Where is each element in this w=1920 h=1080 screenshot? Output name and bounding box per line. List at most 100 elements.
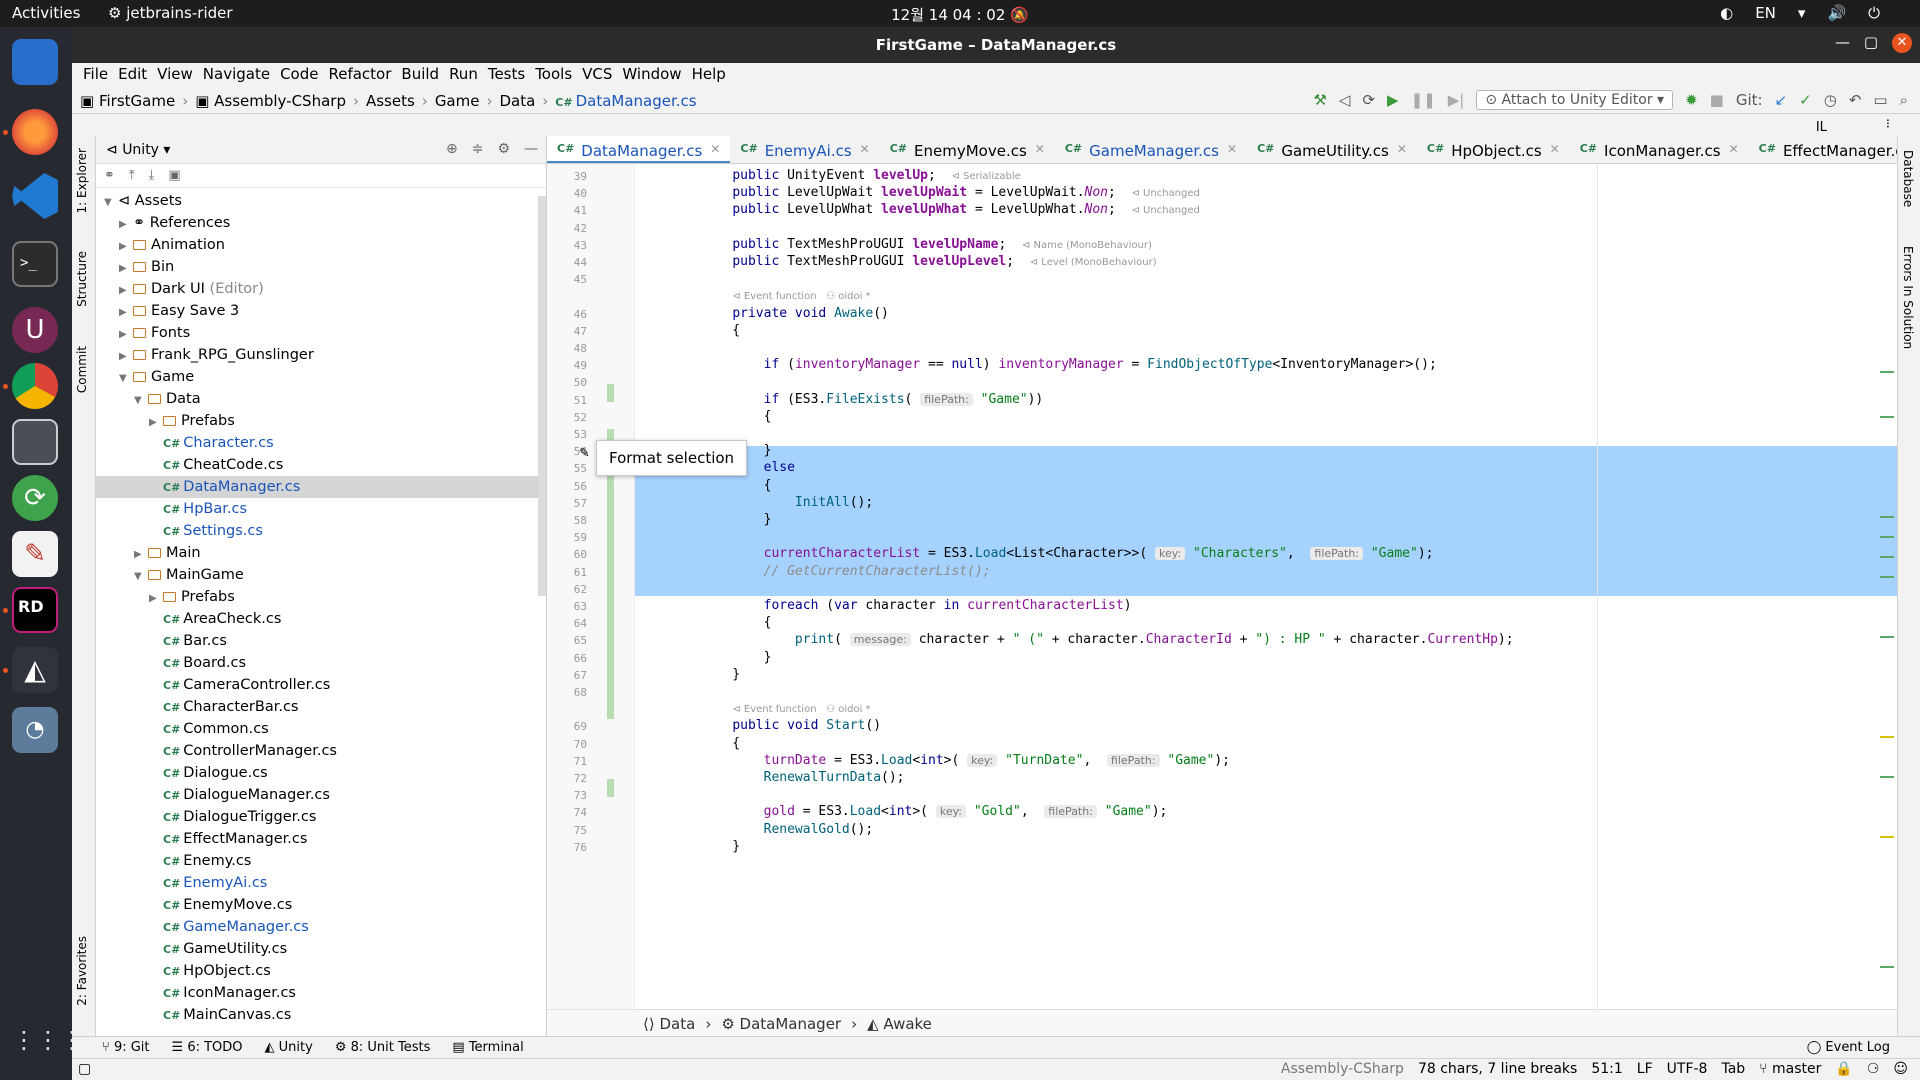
il-viewer-button[interactable]: ⁝ IL Viewer — [1816, 117, 1890, 150]
lock-icon[interactable]: 🔒 — [1835, 1061, 1852, 1077]
tool-unity[interactable]: ◭ Unity — [265, 1040, 313, 1058]
git-commit-icon[interactable]: ✓ — [1799, 91, 1812, 109]
hide-panel-icon[interactable]: — — [524, 141, 538, 157]
tree-item[interactable]: C# AreaCheck.cs — [96, 608, 546, 630]
ubuntu-software-icon[interactable]: U — [12, 307, 58, 353]
tree-item[interactable]: C# Common.cs — [96, 718, 546, 740]
editor-tab[interactable]: C# IconManager.cs ✕ — [1570, 136, 1749, 163]
crumb-method[interactable]: ◭ Awake — [867, 1015, 932, 1033]
tree-item[interactable]: C# HpObject.cs — [96, 960, 546, 982]
collapsed-arrow-icon[interactable]: ▶ — [119, 258, 133, 280]
tree-item[interactable]: C# Character.cs — [96, 432, 546, 454]
collapsed-arrow-icon[interactable]: ▶ — [119, 302, 133, 324]
tree-item[interactable]: C# GameUtility.cs — [96, 938, 546, 960]
preview-icon[interactable]: ▣ — [168, 168, 180, 183]
menu-navigate[interactable]: Navigate — [198, 63, 275, 87]
unity-icon[interactable]: ◭ — [12, 647, 58, 693]
menu-build[interactable]: Build — [396, 63, 444, 87]
expanded-arrow-icon[interactable]: ▼ — [104, 192, 118, 214]
close-tab-icon[interactable]: ✕ — [1729, 142, 1739, 156]
editor-tab[interactable]: C# EnemyAi.cs ✕ — [730, 136, 879, 163]
tree-item[interactable]: ▶ Prefabs — [96, 410, 546, 432]
tab-errors-in-solution[interactable]: Errors In Solution — [1901, 246, 1915, 349]
breadcrumb-item[interactable]: Game — [435, 92, 480, 110]
menu-edit[interactable]: Edit — [113, 63, 152, 87]
tree-item[interactable]: C# EffectManager.cs — [96, 828, 546, 850]
crumb-class[interactable]: ⚙ DataManager — [721, 1015, 841, 1033]
close-button[interactable]: ✕ — [1892, 33, 1912, 53]
expand-all-icon[interactable]: ⤒ — [129, 168, 135, 183]
back-icon[interactable]: ◁ — [1339, 91, 1351, 109]
tree-item[interactable]: ▶ Prefabs — [96, 586, 546, 608]
tree-item[interactable]: ▶ Fonts — [96, 322, 546, 344]
code-editor[interactable]: public UnityEvent levelUp; ⊲ Serializabl… — [635, 164, 1897, 1009]
tree-item[interactable]: C# GameManager.cs — [96, 916, 546, 938]
editor-tab[interactable]: C# HpObject.cs ✕ — [1417, 136, 1570, 163]
collapsed-arrow-icon[interactable]: ▶ — [134, 544, 148, 566]
breadcrumb-item[interactable]: C# DataManager.cs — [555, 92, 696, 110]
tool-git[interactable]: ⑂ 9: Git — [102, 1040, 150, 1058]
collapsed-arrow-icon[interactable]: ▶ — [119, 280, 133, 302]
rider-icon[interactable]: RD — [12, 587, 58, 633]
tree-item[interactable]: C# CheatCode.cs — [96, 454, 546, 476]
tree-item[interactable]: C# EnemyAi.cs — [96, 872, 546, 894]
tree-item[interactable]: C# IconManager.cs — [96, 982, 546, 1004]
tool-terminal[interactable]: ▤ Terminal — [452, 1040, 523, 1058]
tree-item[interactable]: ▼ Game — [96, 366, 546, 388]
menu-window[interactable]: Window — [617, 63, 686, 87]
editor-tab[interactable]: C# GameManager.cs ✕ — [1055, 136, 1247, 163]
menu-refactor[interactable]: Refactor — [323, 63, 396, 87]
menu-view[interactable]: View — [152, 63, 198, 87]
run-icon[interactable]: ▶ — [1387, 91, 1399, 109]
collapsed-arrow-icon[interactable]: ▶ — [119, 236, 133, 258]
unity-filter-icon[interactable]: ⚭ — [104, 168, 115, 183]
toggle-tool-windows-icon[interactable]: ▢ — [78, 1061, 91, 1077]
expanded-arrow-icon[interactable]: ▼ — [134, 390, 148, 412]
menu-help[interactable]: Help — [687, 63, 731, 87]
settings-gear-icon[interactable]: ⚙ — [497, 141, 510, 157]
locate-icon[interactable]: ⊕ — [446, 141, 458, 157]
tab-explorer[interactable]: 1: Explorer — [75, 148, 89, 213]
menu-vcs[interactable]: VCS — [577, 63, 617, 87]
close-tab-icon[interactable]: ✕ — [1035, 142, 1045, 156]
expanded-arrow-icon[interactable]: ▼ — [119, 368, 133, 390]
close-tab-icon[interactable]: ✕ — [1550, 142, 1560, 156]
pause-icon[interactable]: ❚❚ — [1411, 91, 1436, 109]
collapsed-arrow-icon[interactable]: ▶ — [119, 346, 133, 368]
breadcrumb-item[interactable]: Assets — [366, 92, 415, 110]
status-project[interactable]: Assembly-CSharp — [1281, 1061, 1404, 1077]
status-branch[interactable]: ⑂ master — [1759, 1061, 1821, 1077]
format-selection-tooltip[interactable]: Format selection — [596, 440, 748, 476]
tree-item[interactable]: C# DialogueManager.cs — [96, 784, 546, 806]
inspections-icon[interactable]: ⚆ — [1867, 1061, 1880, 1077]
collapsed-arrow-icon[interactable]: ▶ — [119, 214, 133, 236]
editor-tab[interactable]: C# EnemyMove.cs ✕ — [880, 136, 1055, 163]
editor-tab[interactable]: C# DataManager.cs ✕ — [547, 136, 731, 163]
notifications-icon[interactable]: ☺ — [1893, 1061, 1908, 1077]
tree-item[interactable]: C# CharacterBar.cs — [96, 696, 546, 718]
menu-run[interactable]: Run — [444, 63, 483, 87]
format-selection-icon[interactable]: ✎ — [579, 446, 590, 461]
maximize-button[interactable]: ▢ — [1864, 33, 1878, 51]
crumb-namespace[interactable]: ⟨⟩ Data — [643, 1015, 695, 1033]
menu-file[interactable]: File — [78, 63, 113, 87]
menu-code[interactable]: Code — [275, 63, 323, 87]
tree-item[interactable]: C# DialogueTrigger.cs — [96, 806, 546, 828]
tab-favorites[interactable]: 2: Favorites — [75, 936, 89, 1006]
tree-item[interactable]: ▶ Bin — [96, 256, 546, 278]
tree-item[interactable]: C# Bar.cs — [96, 630, 546, 652]
status-encoding[interactable]: UTF-8 — [1667, 1061, 1708, 1077]
tool-todo[interactable]: ☰ 6: TODO — [172, 1040, 243, 1058]
tree-item[interactable]: C# Settings.cs — [96, 520, 546, 542]
tree-item[interactable]: C# HpBar.cs — [96, 498, 546, 520]
git-history-icon[interactable]: ◷ — [1824, 91, 1837, 109]
refresh-icon[interactable]: ⟳ — [1362, 91, 1375, 109]
tab-database[interactable]: Database — [1901, 150, 1915, 207]
breadcrumb-item[interactable]: ▣ Assembly-CSharp — [195, 92, 346, 110]
close-tab-icon[interactable]: ✕ — [1227, 142, 1237, 156]
step-icon[interactable]: ▶| — [1448, 91, 1465, 109]
tree-item[interactable]: C# CameraController.cs — [96, 674, 546, 696]
tree-item[interactable]: ▶ Dark UI (Editor) — [96, 278, 546, 300]
tree-item[interactable]: ▶ ⚭ References — [96, 212, 546, 234]
expanded-arrow-icon[interactable]: ▼ — [134, 566, 148, 588]
